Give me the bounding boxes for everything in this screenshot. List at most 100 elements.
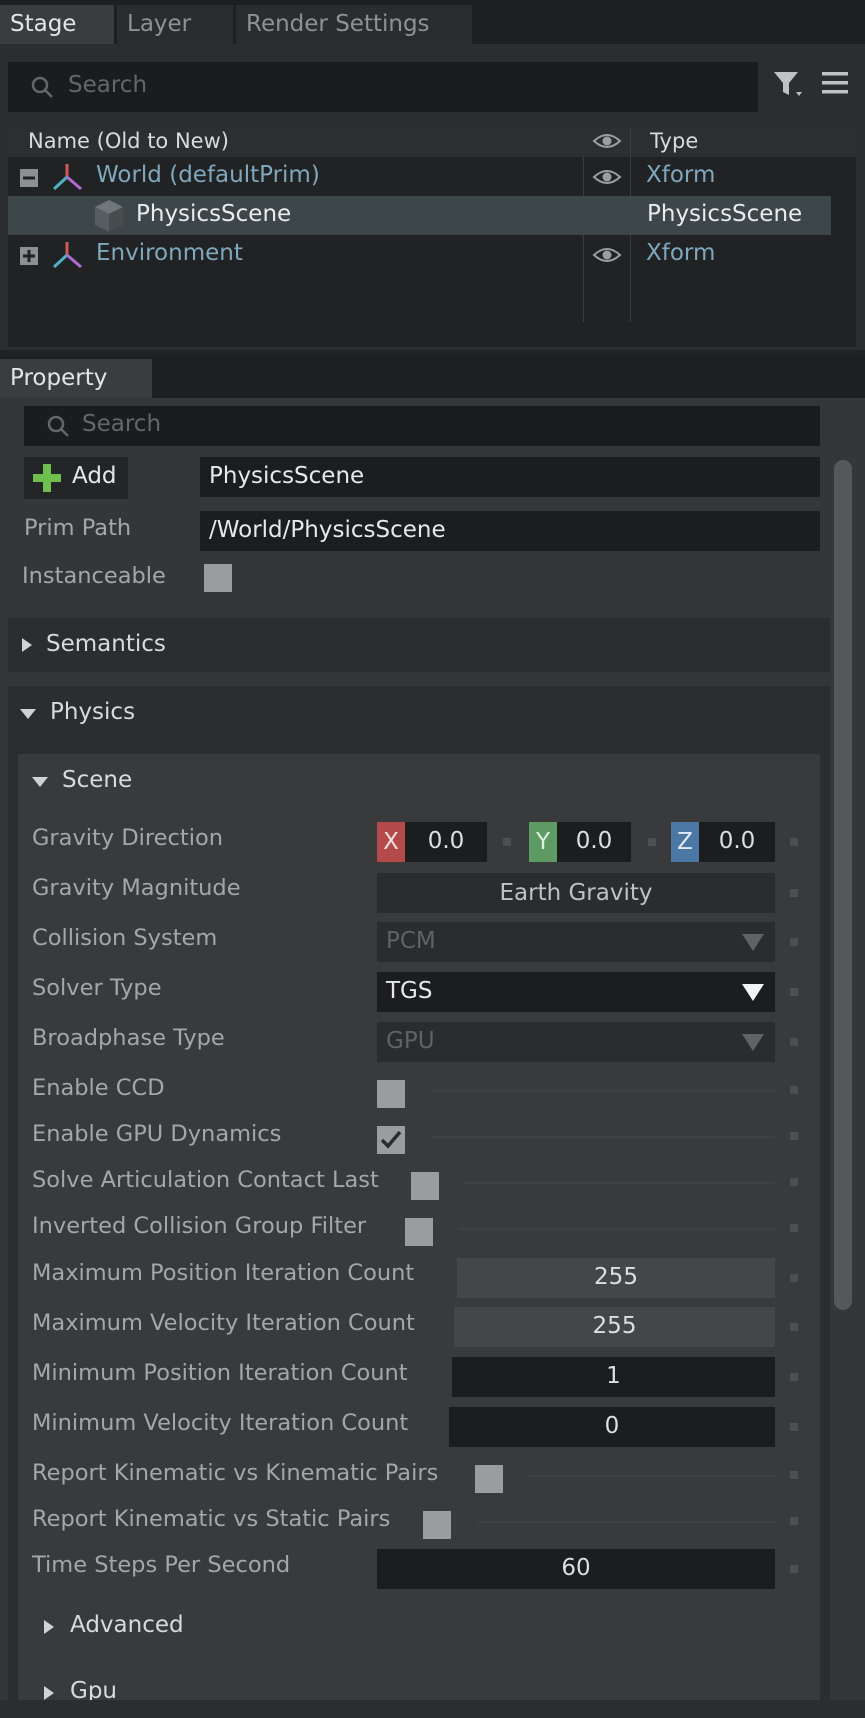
row-name: PhysicsScene: [136, 201, 292, 227]
reset-dot[interactable]: [790, 1471, 798, 1479]
prim-name-field[interactable]: PhysicsScene: [200, 457, 820, 497]
reset-dot[interactable]: [790, 1274, 798, 1282]
xform-icon: [52, 242, 82, 269]
row-divider-line: [529, 1475, 775, 1477]
expand-icon[interactable]: [19, 246, 39, 266]
collapse-icon[interactable]: [19, 168, 39, 188]
enable-ccd-label: Enable CCD: [32, 1075, 165, 1101]
gravity-z-field[interactable]: 0.0: [699, 822, 775, 862]
column-name[interactable]: Name (Old to New): [28, 129, 229, 153]
add-label: Add: [72, 463, 117, 489]
cube-icon: [95, 200, 123, 232]
solver-type-label: Solver Type: [32, 975, 162, 1001]
gravity-direction-label: Gravity Direction: [32, 825, 223, 851]
tab-stage[interactable]: Stage: [0, 5, 114, 44]
max-velocity-iteration-field[interactable]: 255: [454, 1307, 775, 1347]
scene-title[interactable]: Scene: [62, 767, 132, 793]
eye-icon[interactable]: [592, 167, 622, 187]
reset-dot[interactable]: [790, 1423, 798, 1431]
min-position-iteration-label: Minimum Position Iteration Count: [32, 1360, 408, 1386]
tab-render-settings[interactable]: Render Settings: [236, 5, 472, 44]
semantics-title: Semantics: [46, 631, 166, 657]
broadphase-type-label: Broadphase Type: [32, 1025, 225, 1051]
property-scrollbar[interactable]: [834, 460, 852, 1310]
solver-type-dropdown[interactable]: TGS: [377, 972, 775, 1012]
report-kinematic-kinematic-checkbox[interactable]: [475, 1465, 503, 1493]
instanceable-checkbox[interactable]: [204, 564, 232, 592]
search-icon: [47, 415, 69, 437]
semantics-section-header[interactable]: Semantics: [8, 618, 830, 672]
reset-dot[interactable]: [790, 1038, 798, 1046]
dropdown-arrow-icon: [742, 934, 764, 951]
triangle-right-icon[interactable]: [42, 1618, 56, 1636]
time-steps-label: Time Steps Per Second: [32, 1552, 291, 1578]
reset-dot[interactable]: [790, 1224, 798, 1232]
reset-dot[interactable]: [790, 838, 798, 846]
enable-ccd-checkbox[interactable]: [377, 1080, 405, 1108]
triangle-right-icon: [22, 638, 32, 652]
report-kinematic-static-checkbox[interactable]: [423, 1511, 451, 1539]
menu-icon[interactable]: [820, 70, 850, 96]
reset-dot[interactable]: [790, 1132, 798, 1140]
row-type: PhysicsScene: [647, 201, 803, 227]
min-position-iteration-field[interactable]: 1: [452, 1357, 775, 1397]
solve-articulation-checkbox[interactable]: [411, 1172, 439, 1200]
instanceable-label: Instanceable: [22, 563, 166, 589]
row-divider-line: [432, 1136, 775, 1138]
row-type: Xform: [646, 162, 716, 188]
row-divider-line: [477, 1521, 775, 1523]
gravity-x-field[interactable]: 0.0: [405, 822, 487, 862]
column-type[interactable]: Type: [650, 129, 698, 153]
reset-dot[interactable]: [790, 1373, 798, 1381]
gravity-magnitude-field[interactable]: Earth Gravity: [377, 873, 775, 913]
dropdown-arrow-icon: [742, 1034, 764, 1051]
tab-layer[interactable]: Layer: [117, 5, 233, 44]
reset-dot[interactable]: [648, 838, 656, 846]
dropdown-value: PCM: [386, 928, 436, 954]
tree-row-physicsscene[interactable]: PhysicsScene PhysicsScene: [8, 196, 831, 235]
min-velocity-iteration-label: Minimum Velocity Iteration Count: [32, 1410, 409, 1436]
eye-icon[interactable]: [592, 245, 622, 265]
reset-dot[interactable]: [790, 938, 798, 946]
enable-gpu-dynamics-label: Enable GPU Dynamics: [32, 1121, 282, 1147]
add-button[interactable]: Add: [24, 457, 128, 499]
reset-dot[interactable]: [790, 1323, 798, 1331]
visibility-column-icon: [592, 134, 622, 148]
triangle-down-icon[interactable]: [18, 707, 38, 721]
max-position-iteration-field[interactable]: 255: [457, 1258, 775, 1298]
y-axis-badge: Y: [529, 822, 557, 862]
advanced-section-header[interactable]: Advanced: [70, 1612, 184, 1638]
triangle-down-icon[interactable]: [30, 775, 50, 789]
tab-property[interactable]: Property: [0, 359, 152, 398]
panel-bottom-edge: [0, 1700, 865, 1718]
plus-icon: [33, 464, 61, 492]
tree-row-world[interactable]: World (defaultPrim) Xform: [8, 158, 856, 196]
reset-dot[interactable]: [790, 1086, 798, 1094]
inverted-collision-label: Inverted Collision Group Filter: [32, 1213, 367, 1239]
min-velocity-iteration-field[interactable]: 0: [449, 1407, 775, 1447]
reset-dot[interactable]: [790, 1517, 798, 1525]
x-axis-badge: X: [377, 822, 405, 862]
reset-dot[interactable]: [503, 838, 511, 846]
broadphase-type-dropdown[interactable]: GPU: [377, 1022, 775, 1062]
tree-row-environment[interactable]: Environment Xform: [8, 237, 856, 275]
reset-dot[interactable]: [790, 1178, 798, 1186]
inverted-collision-checkbox[interactable]: [405, 1218, 433, 1246]
filter-icon[interactable]: [772, 68, 804, 100]
time-steps-field[interactable]: 60: [377, 1549, 775, 1589]
row-divider-line: [464, 1182, 775, 1184]
reset-dot[interactable]: [790, 889, 798, 897]
reset-dot[interactable]: [790, 988, 798, 996]
property-search-input[interactable]: Search: [24, 406, 820, 446]
search-placeholder: Search: [68, 72, 148, 98]
collision-system-dropdown[interactable]: PCM: [377, 922, 775, 962]
gravity-y-field[interactable]: 0.0: [557, 822, 631, 862]
checkmark-icon: [380, 1130, 402, 1149]
prim-path-field[interactable]: /World/PhysicsScene: [200, 511, 820, 551]
stage-search-input[interactable]: Search: [8, 62, 758, 112]
reset-dot[interactable]: [790, 1565, 798, 1573]
search-placeholder: Search: [82, 411, 162, 437]
solve-articulation-label: Solve Articulation Contact Last: [32, 1167, 379, 1193]
physics-title[interactable]: Physics: [50, 699, 135, 725]
enable-gpu-dynamics-checkbox[interactable]: [377, 1126, 405, 1154]
